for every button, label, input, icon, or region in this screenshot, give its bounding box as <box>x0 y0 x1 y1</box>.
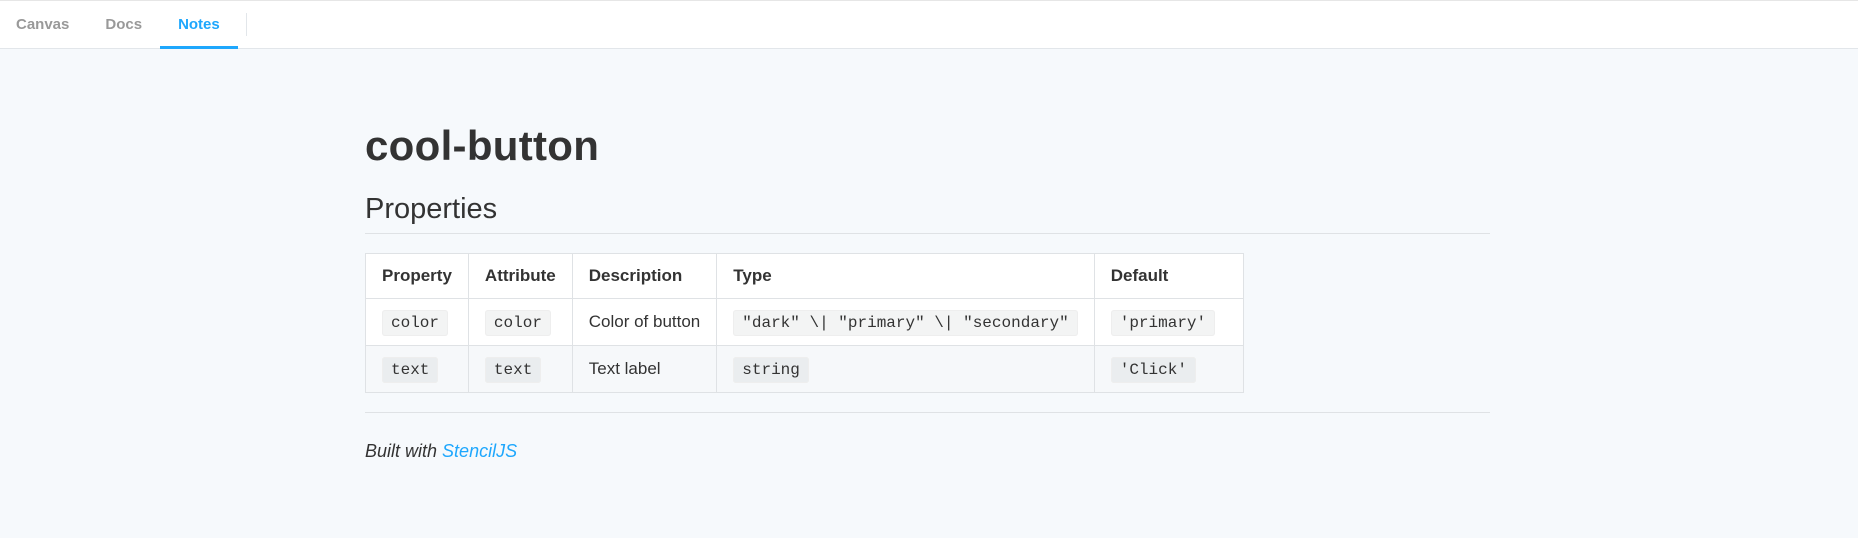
code-value: color <box>382 310 449 336</box>
cell-default: 'primary' <box>1093 298 1244 346</box>
cell-attribute: text <box>467 345 573 393</box>
tab-canvas[interactable]: Canvas <box>0 1 87 48</box>
cell-attribute: color <box>467 298 573 346</box>
cell-property: text <box>365 345 469 393</box>
tab-divider <box>245 13 247 36</box>
notes-content: cool-button Properties Property Attribut… <box>365 49 1490 462</box>
code-value: text <box>484 357 542 383</box>
code-value: color <box>484 310 551 336</box>
column-header-property: Property <box>365 253 469 299</box>
footer-prefix: Built with <box>365 441 438 461</box>
cell-type: "dark" \| "primary" \| "secondary" <box>716 298 1095 346</box>
code-value: 'Click' <box>1110 357 1196 383</box>
code-value: string <box>733 357 809 383</box>
table-header-row: Property Attribute Description Type Defa… <box>365 253 1244 299</box>
code-value: 'primary' <box>1110 310 1216 336</box>
cell-type: string <box>716 345 1095 393</box>
properties-table: Property Attribute Description Type Defa… <box>365 253 1244 393</box>
column-header-default: Default <box>1093 253 1244 299</box>
stenciljs-link[interactable]: StencilJS <box>442 441 517 461</box>
tab-docs[interactable]: Docs <box>87 1 160 48</box>
cell-description: Text label <box>571 345 718 393</box>
cell-description: Color of button <box>571 298 718 346</box>
cell-default: 'Click' <box>1093 345 1244 393</box>
column-header-type: Type <box>716 253 1095 299</box>
table-row: text text Text label string 'Click' <box>365 345 1244 393</box>
column-header-attribute: Attribute <box>467 253 573 299</box>
cell-property: color <box>365 298 469 346</box>
table-row: color color Color of button "dark" \| "p… <box>365 298 1244 346</box>
code-value: "dark" \| "primary" \| "secondary" <box>733 310 1078 336</box>
column-header-description: Description <box>571 253 718 299</box>
tab-notes[interactable]: Notes <box>160 1 238 49</box>
page-title: cool-button <box>365 122 600 169</box>
footer: Built with StencilJS <box>365 441 1490 462</box>
properties-heading: Properties <box>365 190 1490 234</box>
footer-divider <box>365 412 1490 413</box>
code-value: text <box>382 357 439 383</box>
tab-bar: Canvas Docs Notes <box>0 0 1858 49</box>
